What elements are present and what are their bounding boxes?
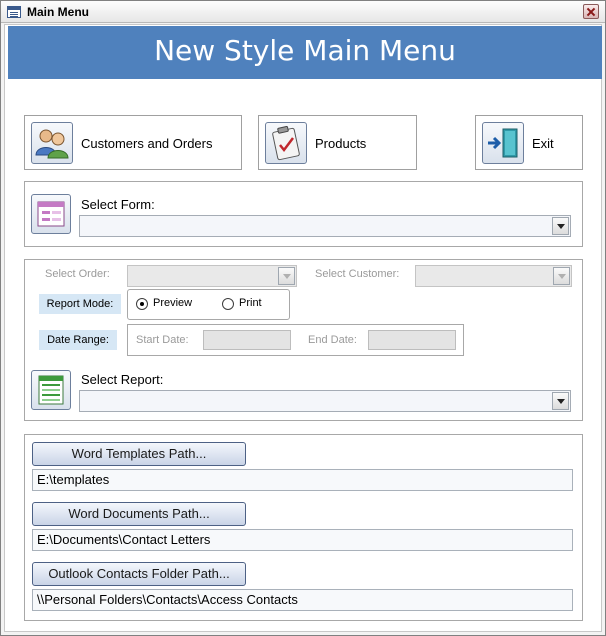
form-header: New Style Main Menu [8,26,602,79]
customers-orders-button[interactable]: Customers and Orders [24,115,242,170]
end-date-label: End Date: [308,334,357,346]
preview-label: Preview [153,297,193,309]
select-report-combo[interactable] [79,390,571,412]
outlook-contacts-path-button[interactable]: Outlook Contacts Folder Path... [32,562,246,586]
main-menu-window: Main Menu New Style Main Menu Customers … [0,0,606,636]
report-panel: Select Order: Select Customer: Report Mo… [24,259,583,421]
exit-label: Exit [532,136,554,151]
outlook-contacts-path-field[interactable]: \\Personal Folders\Contacts\Access Conta… [32,589,573,611]
select-form-combo[interactable] [79,215,571,237]
paths-panel: Word Templates Path... E:\templates Word… [24,434,583,621]
report-mode-label: Report Mode: [39,294,121,314]
select-form-label: Select Form: [81,197,155,212]
word-templates-path-field[interactable]: E:\templates [32,469,573,491]
form-select-icon [31,194,71,234]
print-radio[interactable] [222,298,234,310]
window-title: Main Menu [27,5,89,19]
select-order-combo[interactable] [127,265,297,287]
preview-radio[interactable] [136,298,148,310]
chevron-down-icon[interactable] [552,392,569,410]
date-range-group: Start Date: End Date: [127,324,464,356]
word-documents-path-button[interactable]: Word Documents Path... [32,502,246,526]
start-date-label: Start Date: [136,334,189,346]
page-title: New Style Main Menu [154,34,456,67]
form-icon [7,6,21,18]
select-customer-label: Select Customer: [315,268,400,280]
products-button[interactable]: Products [258,115,417,170]
end-date-input[interactable] [368,330,456,350]
select-order-label: Select Order: [45,268,110,280]
products-label: Products [315,136,367,151]
report-icon [31,370,71,410]
select-report-label: Select Report: [81,372,164,387]
customers-orders-label: Customers and Orders [81,136,213,151]
exit-door-icon [482,122,524,164]
report-mode-group: Preview Print [127,289,290,320]
chevron-down-icon[interactable] [278,267,295,285]
select-form-panel: Select Form: [24,181,583,247]
clipboard-icon [265,122,307,164]
word-documents-path-field[interactable]: E:\Documents\Contact Letters [32,529,573,551]
chevron-down-icon[interactable] [553,267,570,285]
people-icon [31,122,73,164]
word-templates-path-button[interactable]: Word Templates Path... [32,442,246,466]
exit-button[interactable]: Exit [475,115,583,170]
select-customer-combo[interactable] [415,265,572,287]
form-body: New Style Main Menu Customers and Orders [4,24,602,632]
date-range-label: Date Range: [39,330,117,350]
close-icon[interactable] [583,4,599,19]
title-bar[interactable]: Main Menu [1,1,605,23]
chevron-down-icon[interactable] [552,217,569,235]
print-label: Print [239,297,262,309]
start-date-input[interactable] [203,330,291,350]
